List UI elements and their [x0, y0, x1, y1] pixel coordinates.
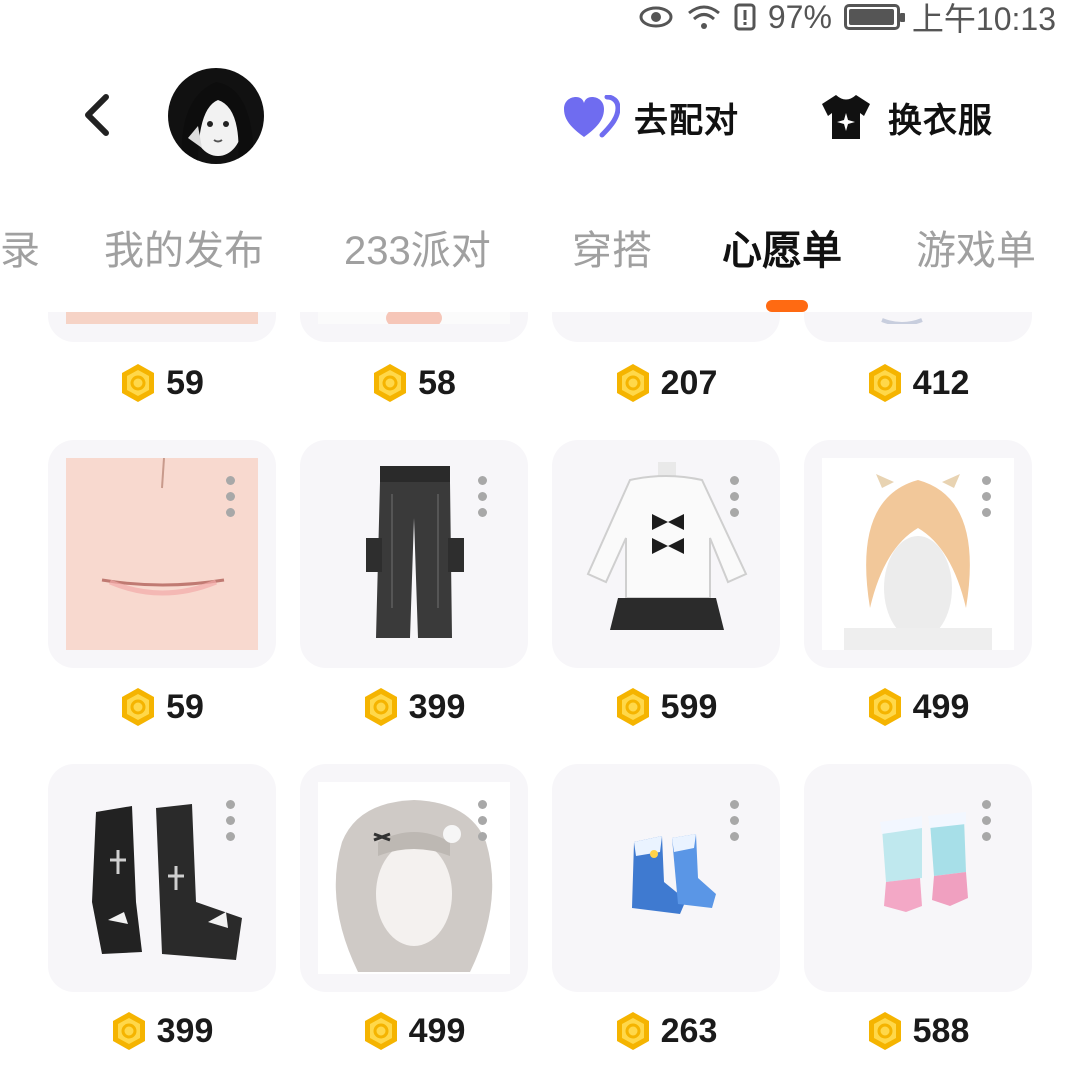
coin-icon	[374, 364, 407, 402]
wishlist-item[interactable]	[300, 440, 528, 668]
tab-outfits[interactable]: 穿搭	[572, 218, 652, 276]
coin-icon	[364, 1012, 397, 1050]
price-value: 59	[166, 363, 204, 402]
price-tag: 599	[552, 682, 780, 732]
wishlist-grid: 59 58 207 412 59 399 599 499 399 499 263…	[0, 312, 1080, 1080]
price-value: 59	[166, 687, 204, 726]
item-thumbnail	[881, 318, 923, 324]
wishlist-item[interactable]	[48, 312, 276, 342]
price-tag: 499	[804, 682, 1032, 732]
coin-icon	[868, 688, 901, 726]
price-value: 399	[408, 687, 466, 726]
wishlist-item[interactable]	[804, 440, 1032, 668]
price-tag: 412	[804, 358, 1032, 408]
more-icon[interactable]	[226, 476, 236, 524]
coin-icon	[868, 364, 901, 402]
header: 去配对 换衣服	[0, 60, 1080, 170]
wishlist-item[interactable]	[552, 440, 780, 668]
tab-my-posts[interactable]: 我的发布	[104, 218, 264, 276]
coin-icon	[868, 1012, 901, 1050]
wishlist-item[interactable]	[552, 764, 780, 992]
wishlist-item[interactable]	[300, 764, 528, 992]
coin-icon	[122, 364, 155, 402]
chevron-left-icon	[85, 94, 109, 136]
more-icon[interactable]	[478, 800, 488, 848]
price-tag: 59	[48, 358, 276, 408]
more-icon[interactable]	[478, 476, 488, 524]
coin-icon	[112, 1012, 145, 1050]
wishlist-item[interactable]	[48, 764, 276, 992]
tab-records[interactable]: 录	[0, 218, 40, 276]
change-outfit-button[interactable]: 换衣服	[818, 90, 993, 144]
coin-icon	[364, 688, 397, 726]
tab-bar: 录 我的发布 233派对 穿搭 心愿单 游戏单	[0, 218, 1080, 278]
price-value: 399	[156, 1011, 214, 1050]
price-value: 207	[660, 363, 718, 402]
price-tag: 207	[552, 358, 780, 408]
battery-percent: 97%	[767, 0, 832, 35]
price-tag: 59	[48, 682, 276, 732]
price-tag: 263	[552, 1006, 780, 1056]
wishlist-item[interactable]	[552, 312, 780, 342]
shirt-icon	[822, 95, 870, 139]
heart-icon	[564, 95, 620, 138]
price-value: 58	[418, 363, 456, 402]
wifi-icon	[686, 3, 722, 31]
coin-icon	[122, 688, 155, 726]
wishlist-item[interactable]	[300, 312, 528, 342]
price-value: 599	[660, 687, 718, 726]
more-icon[interactable]	[730, 800, 740, 848]
price-value: 412	[912, 363, 970, 402]
back-button[interactable]	[72, 90, 122, 140]
item-thumbnail	[318, 312, 510, 324]
more-icon[interactable]	[226, 800, 236, 848]
active-tab-indicator	[766, 300, 808, 312]
pair-label: 去配对	[634, 101, 739, 140]
price-tag: 588	[804, 1006, 1032, 1056]
price-value: 588	[912, 1011, 970, 1050]
tab-game-list[interactable]: 游戏单	[916, 218, 1036, 276]
tab-233-party[interactable]: 233派对	[344, 218, 491, 276]
more-icon[interactable]	[982, 476, 992, 524]
outfit-label: 换衣服	[888, 101, 993, 140]
wishlist-item[interactable]	[48, 440, 276, 668]
price-tag: 499	[300, 1006, 528, 1056]
wishlist-item[interactable]	[804, 312, 1032, 342]
price-tag: 58	[300, 358, 528, 408]
price-value: 499	[912, 687, 970, 726]
item-thumbnail	[66, 312, 258, 324]
battery-icon	[843, 4, 905, 30]
status-bar: 97% 上午10:13	[638, 0, 1056, 37]
alert-icon	[734, 3, 756, 31]
price-value: 499	[408, 1011, 466, 1050]
tab-wishlist[interactable]: 心愿单	[722, 218, 842, 276]
clock: 上午10:13	[911, 1, 1056, 37]
pair-button[interactable]: 去配对	[562, 90, 739, 144]
avatar[interactable]	[168, 68, 264, 164]
price-tag: 399	[300, 682, 528, 732]
coin-icon	[616, 364, 649, 402]
more-icon[interactable]	[982, 800, 992, 848]
coin-icon	[616, 688, 649, 726]
price-tag: 399	[48, 1006, 276, 1056]
coin-icon	[616, 1012, 649, 1050]
wishlist-item[interactable]	[804, 764, 1032, 992]
more-icon[interactable]	[730, 476, 740, 524]
price-value: 263	[660, 1011, 718, 1050]
eye-icon	[638, 5, 674, 29]
